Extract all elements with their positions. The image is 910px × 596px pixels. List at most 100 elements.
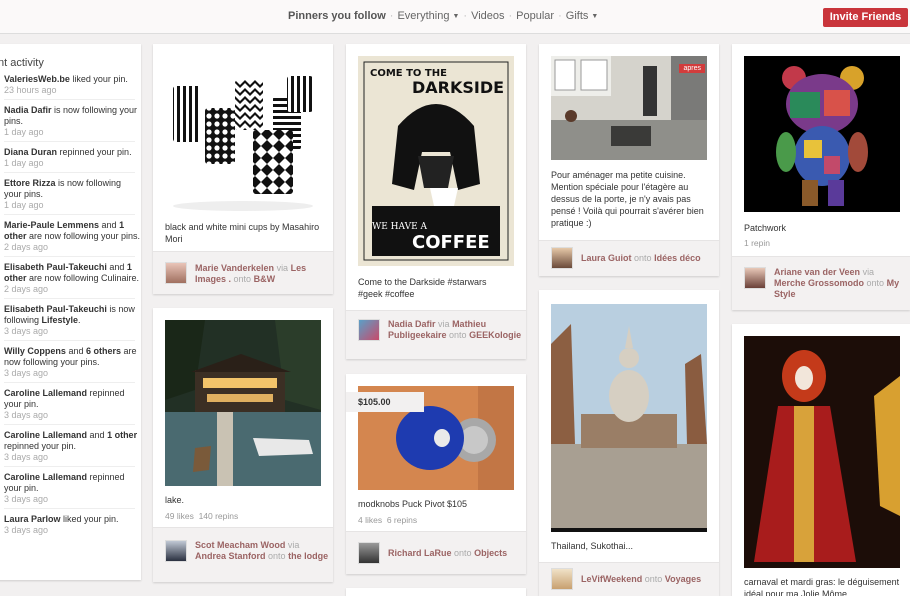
poster-main-text: DARKSIDE	[412, 78, 505, 97]
board-name[interactable]: GEEKologie	[469, 330, 521, 340]
activity-time: 3 days ago	[4, 494, 49, 504]
activity-user[interactable]: Caroline Lallemand	[4, 388, 87, 398]
pinner-name[interactable]: Marie Vanderkelen	[195, 263, 274, 273]
pin-description: Thailand, Sukothai...	[551, 541, 634, 551]
board-name[interactable]: Idées déco	[654, 253, 701, 263]
activity-item[interactable]: Marie-Paule Lemmens and 1 other are now …	[0, 215, 141, 253]
activity-item[interactable]: Diana Duran repinned your pin. 1 day ago	[0, 142, 141, 169]
avatar[interactable]	[358, 319, 380, 341]
poster-coffee-text: COFFEE	[412, 232, 490, 253]
activity-item[interactable]: Ettore Rizza is now following your pins.…	[0, 173, 141, 211]
activity-user[interactable]: Diana Duran	[4, 147, 57, 157]
pin-attribution: Ariane van der Veen via Merche Grossomod…	[732, 256, 910, 310]
pin-card-partial[interactable]	[346, 588, 526, 596]
activity-user[interactable]: Laura Parlow	[4, 514, 61, 524]
activity-time: 3 days ago	[4, 326, 49, 336]
activity-user[interactable]: ValeriesWeb.be	[4, 74, 70, 84]
pinner-name[interactable]: Richard LaRue	[388, 548, 452, 558]
activity-item[interactable]: Laura Parlow liked your pin. 3 days ago	[0, 509, 141, 536]
likes-count[interactable]: 4 likes	[358, 515, 382, 525]
avatar[interactable]	[165, 262, 187, 284]
pin-image-lake[interactable]	[165, 320, 321, 486]
pin-card-cups[interactable]: black and white mini cups by Masahiro Mo…	[153, 44, 333, 294]
pinner-name[interactable]: Scot Meacham Wood	[195, 540, 285, 550]
pinner-name[interactable]: Ariane van der Veen	[774, 267, 860, 277]
pin-attribution: Laura Guiot onto Idées déco	[539, 240, 719, 276]
nav-videos[interactable]: Videos	[471, 10, 504, 22]
repins-count[interactable]: 6 repins	[387, 515, 417, 525]
nav-gifts[interactable]: Gifts	[566, 10, 589, 22]
activity-item[interactable]: Caroline Lallemand and 1 other repinned …	[0, 425, 141, 463]
nav-popular[interactable]: Popular	[516, 10, 554, 22]
pin-image-bear[interactable]	[744, 56, 900, 212]
activity-user[interactable]: Caroline Lallemand	[4, 430, 87, 440]
pin-card-carnaval[interactable]: carnaval et mardi gras: le déguisement i…	[732, 324, 910, 596]
activity-time: 3 days ago	[4, 410, 49, 420]
pin-image-darkside[interactable]: COME TO THE DARKSIDE WE HAVE A COFFEE	[358, 56, 514, 266]
pin-card-lake[interactable]: lake. 49 likes 140 repins Scot Meacham W…	[153, 308, 333, 582]
pin-description: Patchwork	[744, 223, 787, 233]
activity-title: nt activity	[0, 57, 44, 69]
likes-count[interactable]: 49 likes	[165, 511, 194, 521]
activity-target[interactable]: 6 others	[86, 346, 121, 356]
avatar[interactable]	[358, 542, 380, 564]
activity-user[interactable]: Ettore Rizza	[4, 178, 56, 188]
board-name[interactable]: the lodge	[288, 551, 328, 561]
activity-item[interactable]: Willy Coppens and 6 others are now follo…	[0, 341, 141, 379]
invite-friends-button[interactable]: Invite Friends	[823, 8, 908, 27]
pin-description: carnaval et mardi gras: le déguisement i…	[744, 577, 900, 596]
pin-card-kitchen[interactable]: apres Pour aménager ma petite cuisine. M…	[539, 44, 719, 276]
activity-item[interactable]: Nadia Dafir is now following your pins. 1…	[0, 100, 141, 138]
chevron-down-icon[interactable]: ▼	[591, 13, 598, 20]
activity-target[interactable]: Lifestyle	[42, 315, 79, 325]
pin-image-thailand[interactable]	[551, 304, 707, 532]
board-name[interactable]: B&W	[254, 274, 276, 284]
activity-user[interactable]: Elisabeth Paul-Takeuchi	[4, 262, 107, 272]
top-nav-bar: Pinners you follow · Everything ▼ · Videos · Po…	[0, 0, 910, 34]
activity-user[interactable]: Elisabeth Paul-Takeuchi	[4, 304, 107, 314]
activity-user[interactable]: Willy Coppens	[4, 346, 66, 356]
chevron-down-icon[interactable]: ▼	[452, 13, 459, 20]
recent-activity-panel: nt activity ValeriesWeb.be liked your pi…	[0, 44, 141, 580]
activity-item[interactable]: Elisabeth Paul-Takeuchi and 1 other are …	[0, 257, 141, 295]
activity-item[interactable]: Caroline Lallemand repinned your pin. 3 d…	[0, 467, 141, 505]
repins-count[interactable]: 140 repins	[199, 511, 239, 521]
pinner-name[interactable]: LeVifWeekend	[581, 574, 642, 584]
pin-image-carnaval[interactable]	[744, 336, 900, 568]
activity-item[interactable]: Elisabeth Paul-Takeuchi is now following…	[0, 299, 141, 337]
pin-card-thailand[interactable]: Thailand, Sukothai... LeVifWeekend onto …	[539, 290, 719, 596]
pin-card-darkside[interactable]: COME TO THE DARKSIDE WE HAVE A COFFEE Co…	[346, 44, 526, 359]
poster-we-text: WE HAVE A	[372, 222, 428, 232]
avatar[interactable]	[551, 247, 573, 269]
activity-time: 1 day ago	[4, 200, 44, 210]
activity-user[interactable]: Caroline Lallemand	[4, 472, 87, 482]
pin-attribution: Nadia Dafir via Mathieu Publigeekaire on…	[346, 310, 526, 359]
pin-attribution: LeVifWeekend onto Voyages	[539, 562, 719, 596]
activity-list: ValeriesWeb.be liked your pin. 23 hours a…	[0, 69, 141, 536]
avatar[interactable]	[744, 267, 766, 289]
repins-count[interactable]: 1 repin	[744, 238, 770, 248]
via-user[interactable]: Andrea Stanford	[195, 551, 266, 561]
board-name[interactable]: Objects	[474, 548, 507, 558]
activity-user[interactable]: Marie-Paule Lemmens	[4, 220, 99, 230]
pin-attribution: Marie Vanderkelen via Les Images . onto …	[153, 251, 333, 294]
pinner-name[interactable]: Laura Guiot	[581, 253, 632, 263]
pin-card-puck[interactable]: $105.00 modknobs Puck Pivot $105 4 likes…	[346, 374, 526, 574]
board-name[interactable]: Voyages	[665, 574, 701, 584]
nav-pinners-you-follow[interactable]: Pinners you follow	[288, 10, 386, 22]
avatar[interactable]	[165, 540, 187, 562]
avatar[interactable]	[551, 568, 573, 590]
pin-image-kitchen[interactable]: apres	[551, 56, 707, 160]
activity-item[interactable]: ValeriesWeb.be liked your pin. 23 hours a…	[0, 69, 141, 96]
activity-time: 1 day ago	[4, 127, 44, 137]
pin-image-cups[interactable]	[165, 56, 321, 212]
activity-user[interactable]: Nadia Dafir	[4, 105, 52, 115]
pin-card-bear[interactable]: Patchwork 1 repin Ariane van der Veen vi…	[732, 44, 910, 310]
nav-everything[interactable]: Everything	[397, 10, 449, 22]
via-user[interactable]: Merche Grossomodo	[774, 278, 864, 288]
activity-target[interactable]: 1 other	[107, 430, 137, 440]
activity-time: 1 day ago	[4, 158, 44, 168]
pin-attribution: Scot Meacham Wood via Andrea Stanford on…	[153, 527, 333, 582]
pinner-name[interactable]: Nadia Dafir	[388, 319, 436, 329]
activity-item[interactable]: Caroline Lallemand repinned your pin. 3 d…	[0, 383, 141, 421]
